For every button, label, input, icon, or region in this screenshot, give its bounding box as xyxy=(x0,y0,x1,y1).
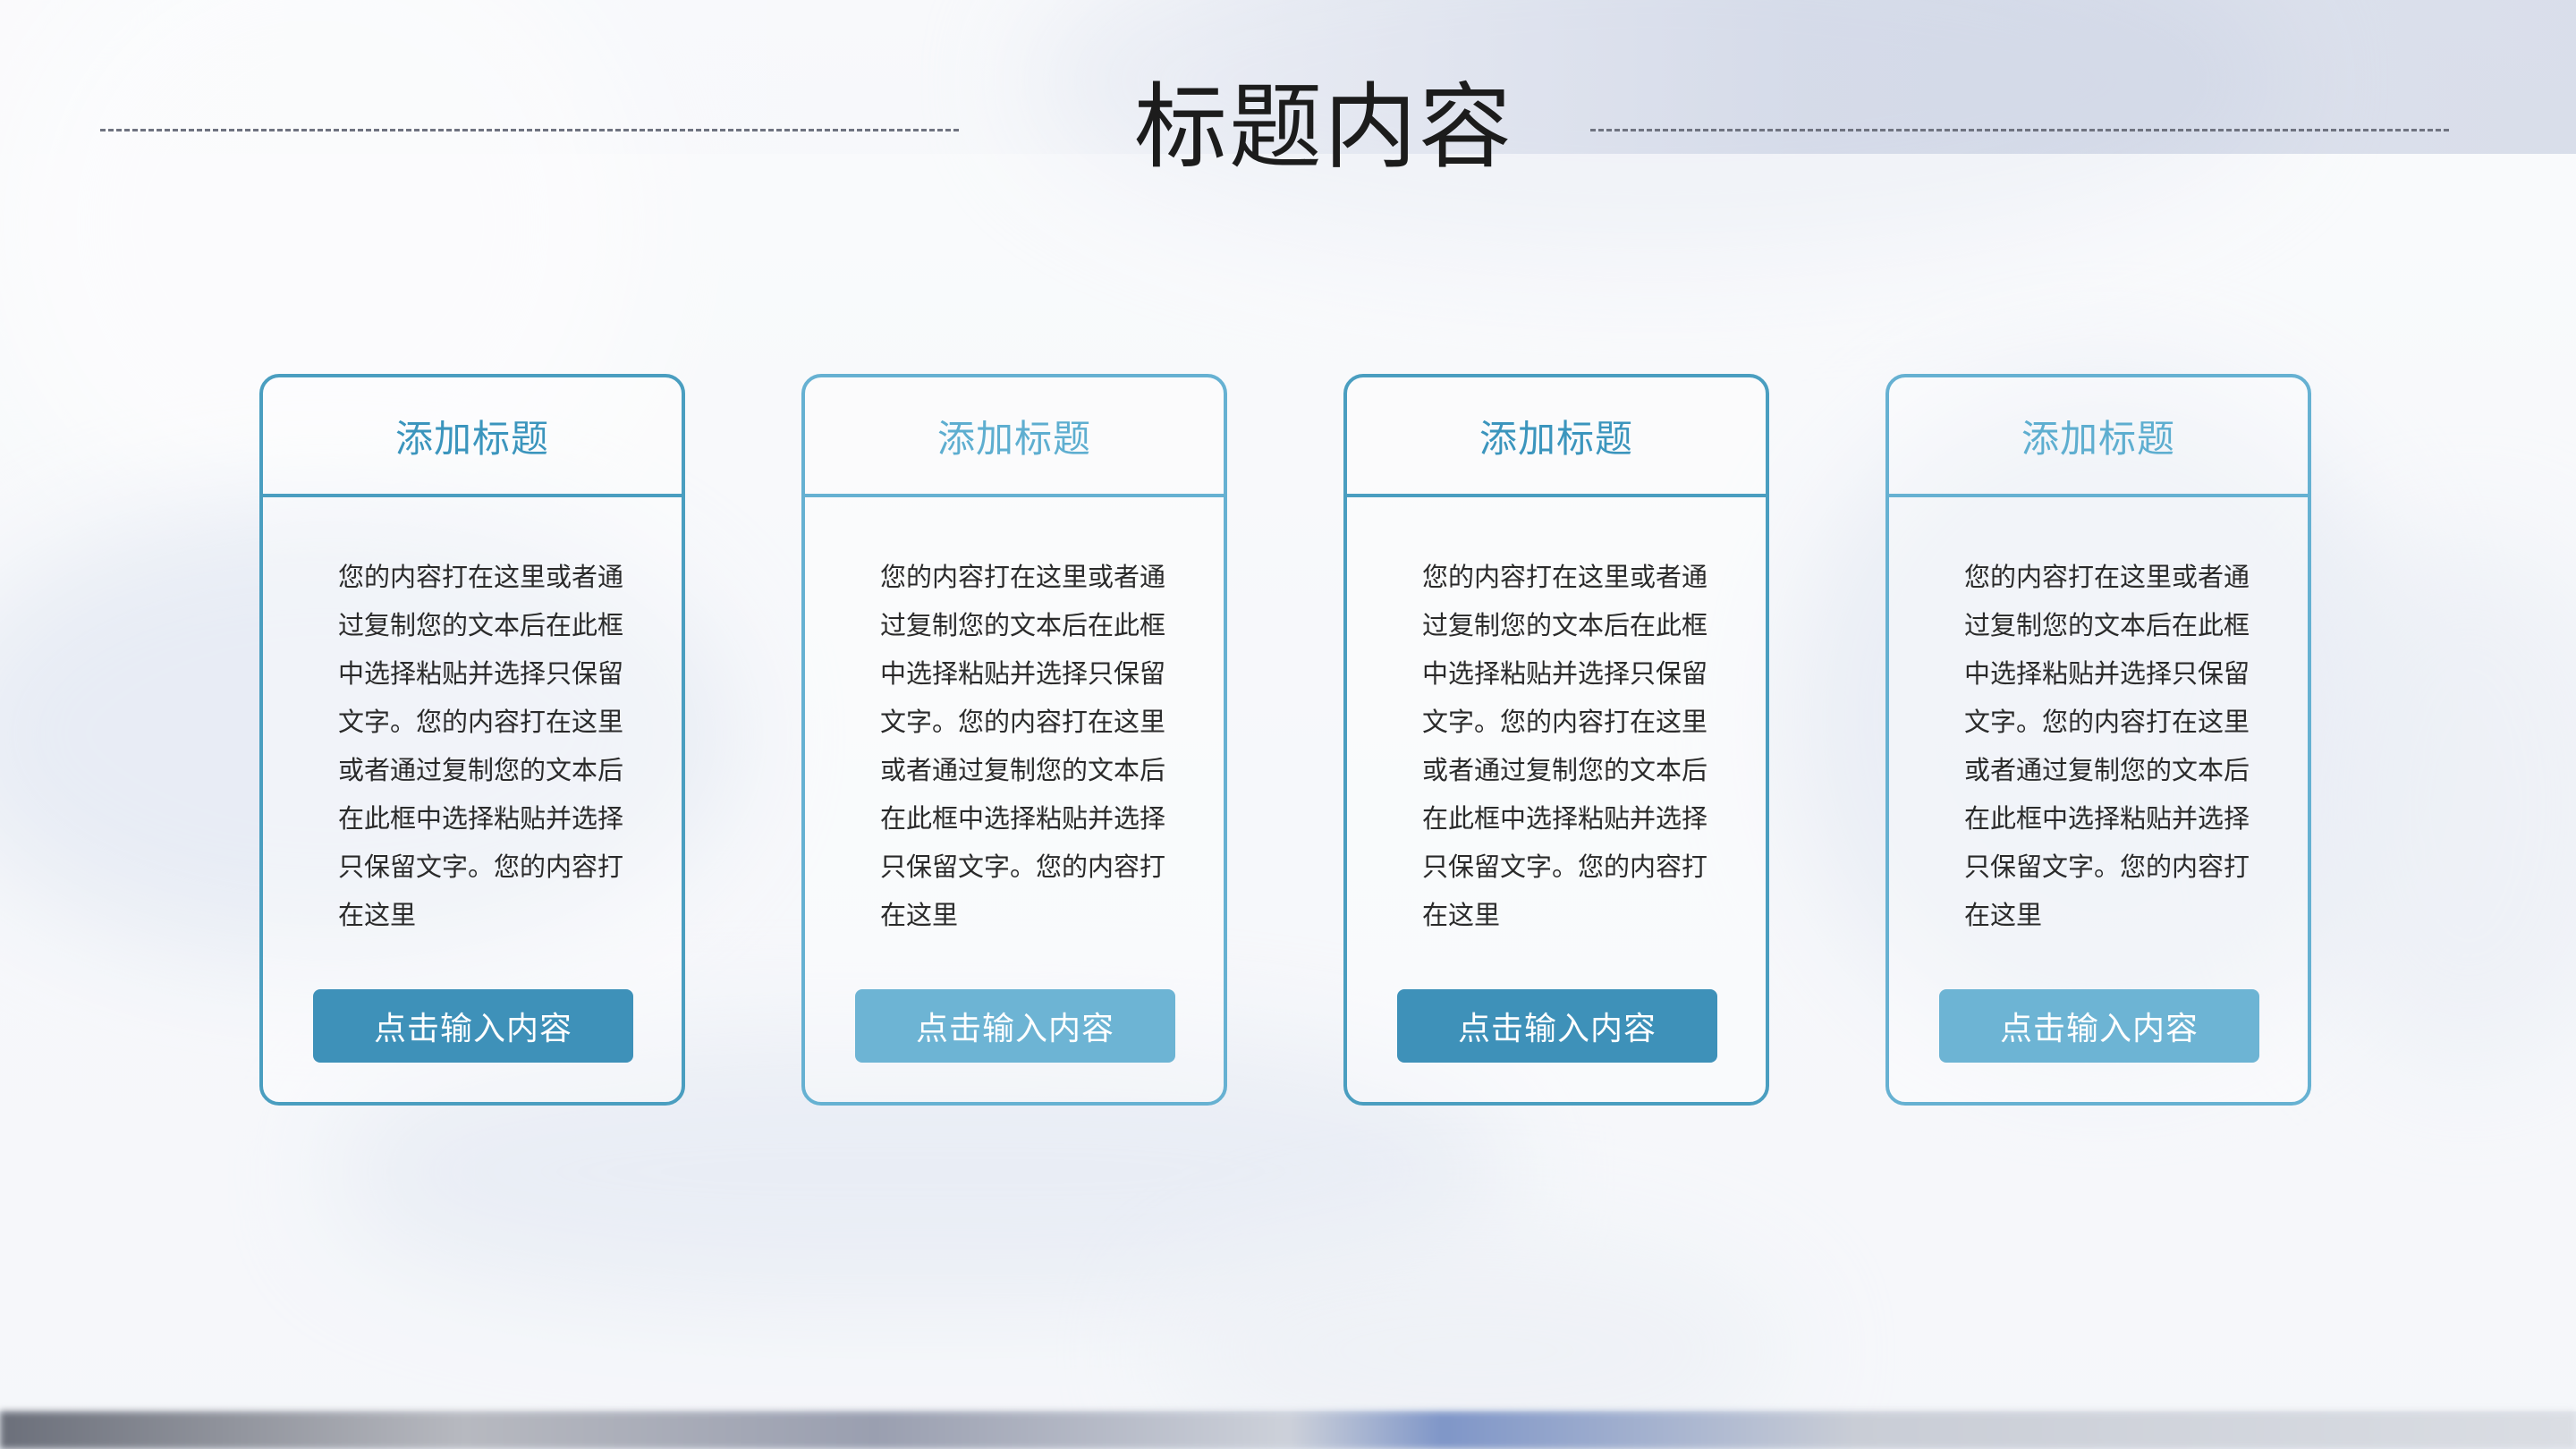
card-header: 添加标题 xyxy=(1347,377,1766,497)
info-card-4: 添加标题 您的内容打在这里或者通过复制您的文本后在此框中选择粘贴并选择只保留文字… xyxy=(1885,374,2311,1106)
card-row: 添加标题 您的内容打在这里或者通过复制您的文本后在此框中选择粘贴并选择只保留文字… xyxy=(259,374,2317,1107)
title-divider-right xyxy=(1590,129,2449,131)
bottom-photo-strip xyxy=(0,1411,2576,1449)
card-input-button[interactable]: 点击输入内容 xyxy=(1397,989,1717,1063)
card-body-text[interactable]: 您的内容打在这里或者通过复制您的文本后在此框中选择粘贴并选择只保留文字。您的内容… xyxy=(880,553,1166,939)
card-body-text[interactable]: 您的内容打在这里或者通过复制您的文本后在此框中选择粘贴并选择只保留文字。您的内容… xyxy=(338,553,624,939)
card-input-button[interactable]: 点击输入内容 xyxy=(1939,989,2259,1063)
info-card-3: 添加标题 您的内容打在这里或者通过复制您的文本后在此框中选择粘贴并选择只保留文字… xyxy=(1343,374,1769,1106)
card-title[interactable]: 添加标题 xyxy=(1479,409,1633,463)
card-input-button[interactable]: 点击输入内容 xyxy=(855,989,1175,1063)
card-title[interactable]: 添加标题 xyxy=(937,409,1091,463)
info-card-1: 添加标题 您的内容打在这里或者通过复制您的文本后在此框中选择粘贴并选择只保留文字… xyxy=(259,374,685,1106)
card-title[interactable]: 添加标题 xyxy=(395,409,549,463)
card-header: 添加标题 xyxy=(805,377,1224,497)
card-body-text[interactable]: 您的内容打在这里或者通过复制您的文本后在此框中选择粘贴并选择只保留文字。您的内容… xyxy=(1964,553,2250,939)
card-title[interactable]: 添加标题 xyxy=(2021,409,2175,463)
page-title: 标题内容 xyxy=(1133,72,1513,182)
title-divider-left xyxy=(100,129,959,131)
card-header: 添加标题 xyxy=(1889,377,2308,497)
card-header: 添加标题 xyxy=(263,377,682,497)
card-input-button[interactable]: 点击输入内容 xyxy=(313,989,633,1063)
card-body-text[interactable]: 您的内容打在这里或者通过复制您的文本后在此框中选择粘贴并选择只保留文字。您的内容… xyxy=(1422,553,1708,939)
info-card-2: 添加标题 您的内容打在这里或者通过复制您的文本后在此框中选择粘贴并选择只保留文字… xyxy=(801,374,1227,1106)
